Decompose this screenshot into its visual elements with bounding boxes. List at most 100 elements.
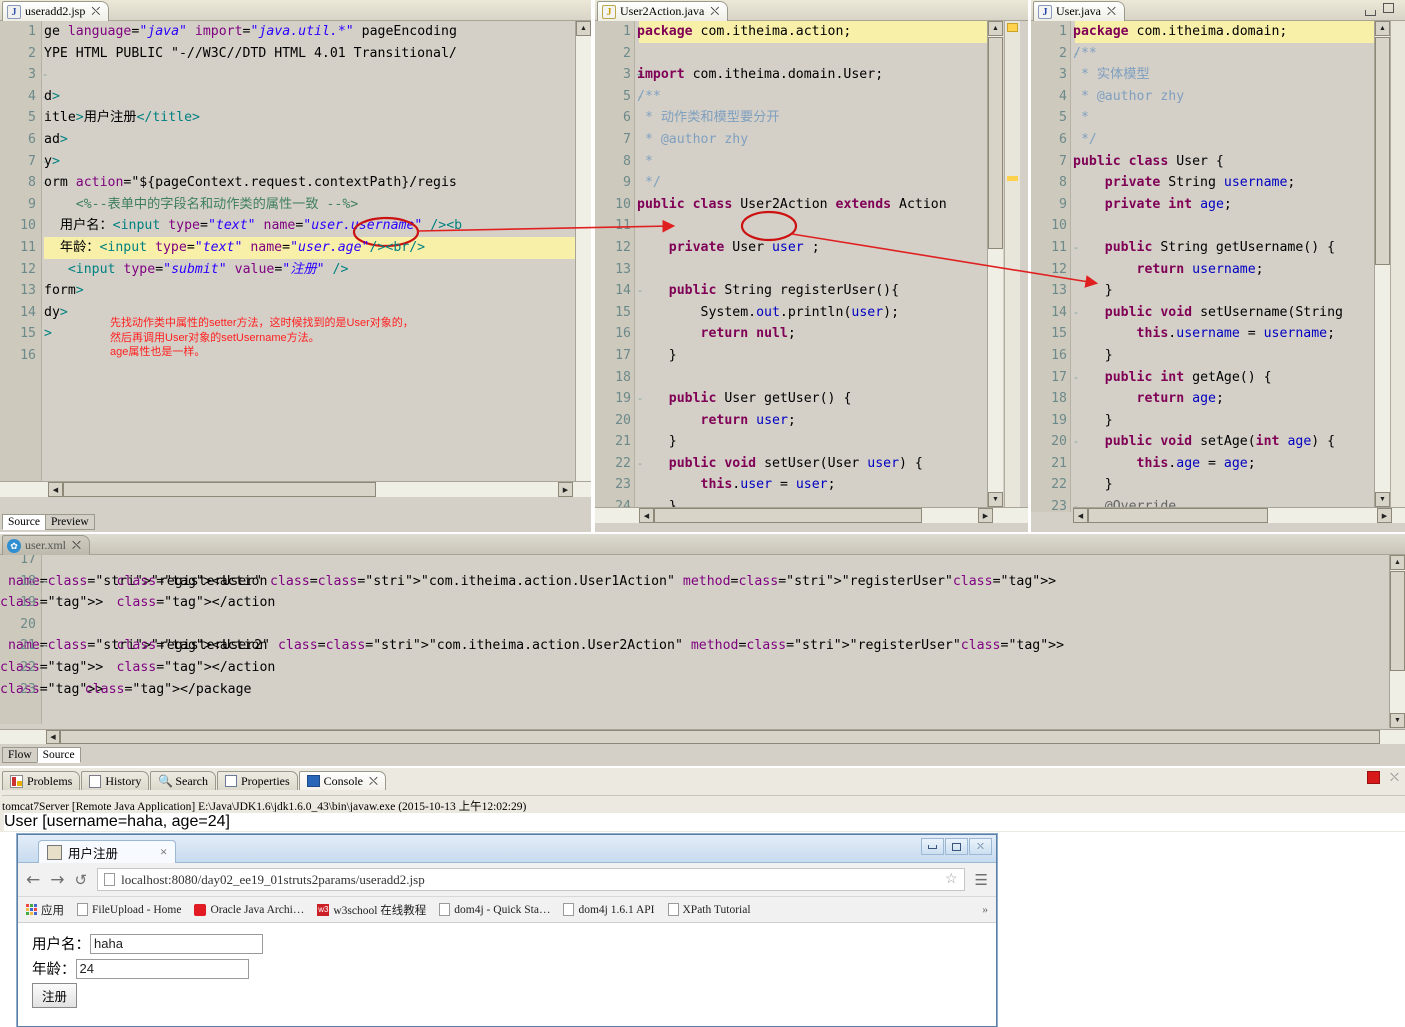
scroll-right-button[interactable]: ▶ (1377, 508, 1392, 523)
close-icon[interactable]: ⛌ (91, 4, 100, 19)
scroll-left-button[interactable]: ◀ (1073, 508, 1088, 523)
scroll-left-button[interactable]: ◀ (48, 482, 63, 497)
vertical-scrollbar-1[interactable]: ▲ ▼ (575, 21, 591, 497)
scrollbar-thumb[interactable] (60, 730, 1380, 744)
line-code: package com.itheima.domain; (1073, 24, 1288, 39)
window-minimize-button[interactable] (1362, 3, 1378, 16)
close-icon[interactable]: ⛌ (369, 774, 378, 789)
line-number: 12 (20, 261, 36, 277)
browser-tab[interactable]: 用户注册 × (38, 840, 177, 863)
scroll-up-button[interactable]: ▲ (1390, 555, 1405, 570)
line-number: 23 (1051, 499, 1067, 512)
close-icon[interactable]: ⛌ (969, 838, 992, 855)
horizontal-scrollbar-3[interactable]: ◀ ▶ (1073, 507, 1405, 523)
horizontal-scrollbar-2[interactable]: ◀ ▶ (595, 507, 1028, 523)
scroll-right-button[interactable]: ▶ (558, 482, 573, 497)
hamburger-menu-icon[interactable]: ☰ (975, 871, 988, 889)
tab-user-java[interactable]: J User.java ⛌ (1033, 1, 1125, 21)
vertical-scrollbar-xml[interactable]: ▲ ▼ (1389, 555, 1405, 728)
bookmark-dom4j-quick-start[interactable]: dom4j - Quick Sta… (439, 903, 550, 916)
tab-user2action-java[interactable]: J User2Action.java ⛌ (597, 1, 729, 21)
code-lines: 1 ge language="java" import="java.util.*"… (0, 21, 576, 497)
minimize-icon[interactable] (921, 838, 944, 855)
line-code: class="tag"></package (84, 681, 252, 697)
window-maximize-button[interactable] (1383, 3, 1399, 16)
line-code: public void setAge(int age) { (1104, 434, 1336, 450)
fold-marker[interactable]: - (40, 64, 50, 86)
address-bar[interactable]: localhost:8080/day02_ee19_01struts2param… (97, 868, 965, 891)
tab-problems[interactable]: Problems (2, 771, 81, 790)
bookmarks-overflow-button[interactable]: » (982, 904, 988, 916)
vertical-scrollbar-3[interactable]: ▲ ▼ (1374, 21, 1390, 507)
code-area-user-java[interactable]: 1 package com.itheima.domain; 2-/** 3 * 实体模… (1031, 21, 1375, 512)
tab-user-xml[interactable]: ✿ user.xml ⛌ (2, 535, 90, 555)
forward-arrow-icon[interactable]: → (50, 870, 64, 890)
vertical-scrollbar-2[interactable]: ▲ ▼ (987, 21, 1003, 507)
line-number: 18 (615, 369, 631, 385)
scroll-up-button[interactable]: ▲ (1375, 21, 1390, 36)
fold-marker[interactable]: - (40, 635, 50, 657)
submit-button[interactable]: 注册 (32, 983, 78, 1008)
w3school-icon: w3 (317, 903, 330, 916)
scroll-left-button[interactable]: ◀ (639, 508, 654, 523)
scroll-up-button[interactable]: ▲ (576, 21, 591, 36)
tab-history[interactable]: History (81, 771, 150, 790)
bottom-tab-source[interactable]: Source (36, 747, 81, 763)
maximize-icon[interactable] (945, 838, 968, 855)
scrollbar-thumb[interactable] (63, 482, 376, 497)
tab-properties[interactable]: Properties (217, 771, 298, 790)
scroll-up-button[interactable]: ▲ (988, 21, 1003, 36)
horizontal-scrollbar-1[interactable]: ◀ ▶ (0, 481, 591, 497)
close-icon[interactable]: ⛌ (1107, 4, 1116, 19)
bottom-tab-flow[interactable]: Flow (2, 747, 38, 763)
scroll-down-button[interactable]: ▼ (1375, 492, 1390, 507)
username-input[interactable] (90, 933, 263, 954)
close-icon[interactable]: ⛌ (72, 538, 81, 553)
code-area-user2action-java[interactable]: 1 package com.itheima.action; 2 3 + import co… (595, 21, 988, 512)
scrollbar-thumb[interactable] (654, 508, 922, 523)
scrollbar-thumb[interactable] (1088, 508, 1268, 523)
java-file-icon: J (1038, 4, 1052, 19)
age-input[interactable] (75, 958, 249, 979)
line-code: 用户名：<input type="text" name="user.userna… (44, 218, 463, 234)
scroll-left-button[interactable]: ◀ (46, 730, 60, 744)
horizontal-scrollbar-xml[interactable]: ◀ (0, 729, 1405, 744)
bookmark-fileupload[interactable]: FileUpload - Home (77, 903, 181, 916)
tab-close-icon[interactable]: × (160, 844, 167, 860)
tab-useradd2-jsp[interactable]: J useradd2.jsp ⛌ (2, 1, 110, 21)
bottom-tab-preview[interactable]: Preview (44, 514, 95, 530)
age-label: 年龄： (32, 962, 76, 978)
back-arrow-icon[interactable]: ← (26, 870, 40, 890)
code-line: 1 package com.itheima.domain; (1031, 21, 1375, 43)
tab-search[interactable]: 🔍 Search (150, 771, 216, 790)
bookmark-star-icon[interactable]: ☆ (945, 871, 958, 888)
code-line: 17 (0, 555, 1387, 571)
line-code: public int getAge() { (1104, 369, 1272, 385)
overview-ruler-3[interactable] (1390, 21, 1405, 507)
tab-console[interactable]: Console ⛌ (298, 771, 386, 790)
code-area-user-xml[interactable]: 17 18- class="tag"><action name=class="st… (0, 555, 1387, 724)
bookmarks-bar: 应用 FileUpload - Home Oracle Java Archi… … (18, 897, 996, 923)
bookmark-w3school[interactable]: w3 w3school 在线教程 (317, 902, 426, 918)
scroll-down-button[interactable]: ▼ (1390, 713, 1405, 728)
scroll-down-button[interactable]: ▼ (988, 492, 1003, 507)
fold-marker[interactable]: - (40, 571, 50, 593)
editor-panel-user2action-java: J User2Action.java ⛌ 1 package com.itheim… (595, 0, 1028, 532)
overview-ruler-2[interactable] (1004, 21, 1020, 507)
bookmark-oracle-java-archive[interactable]: Oracle Java Archi… (194, 903, 304, 916)
scrollbar-thumb[interactable] (1375, 37, 1390, 265)
bookmark-dom4j-api[interactable]: dom4j 1.6.1 API (563, 903, 655, 916)
bottom-tab-source[interactable]: Source (2, 514, 46, 530)
terminate-icon[interactable] (1367, 771, 1380, 784)
line-code: * 实体模型 (1073, 67, 1150, 83)
code-area-useradd2-jsp[interactable]: 1 ge language="java" import="java.util.*"… (0, 21, 576, 497)
line-number: 1 (28, 24, 36, 39)
scrollbar-thumb[interactable] (1390, 571, 1405, 671)
scrollbar-thumb[interactable] (988, 37, 1003, 249)
close-icon[interactable]: ⛌ (1388, 771, 1401, 784)
scroll-right-button[interactable]: ▶ (978, 508, 993, 523)
bookmark-xpath-tutorial[interactable]: XPath Tutorial (667, 903, 751, 916)
reload-icon[interactable]: ↺ (75, 871, 88, 889)
close-icon[interactable]: ⛌ (710, 4, 719, 19)
bookmark-apps[interactable]: 应用 (26, 902, 64, 918)
